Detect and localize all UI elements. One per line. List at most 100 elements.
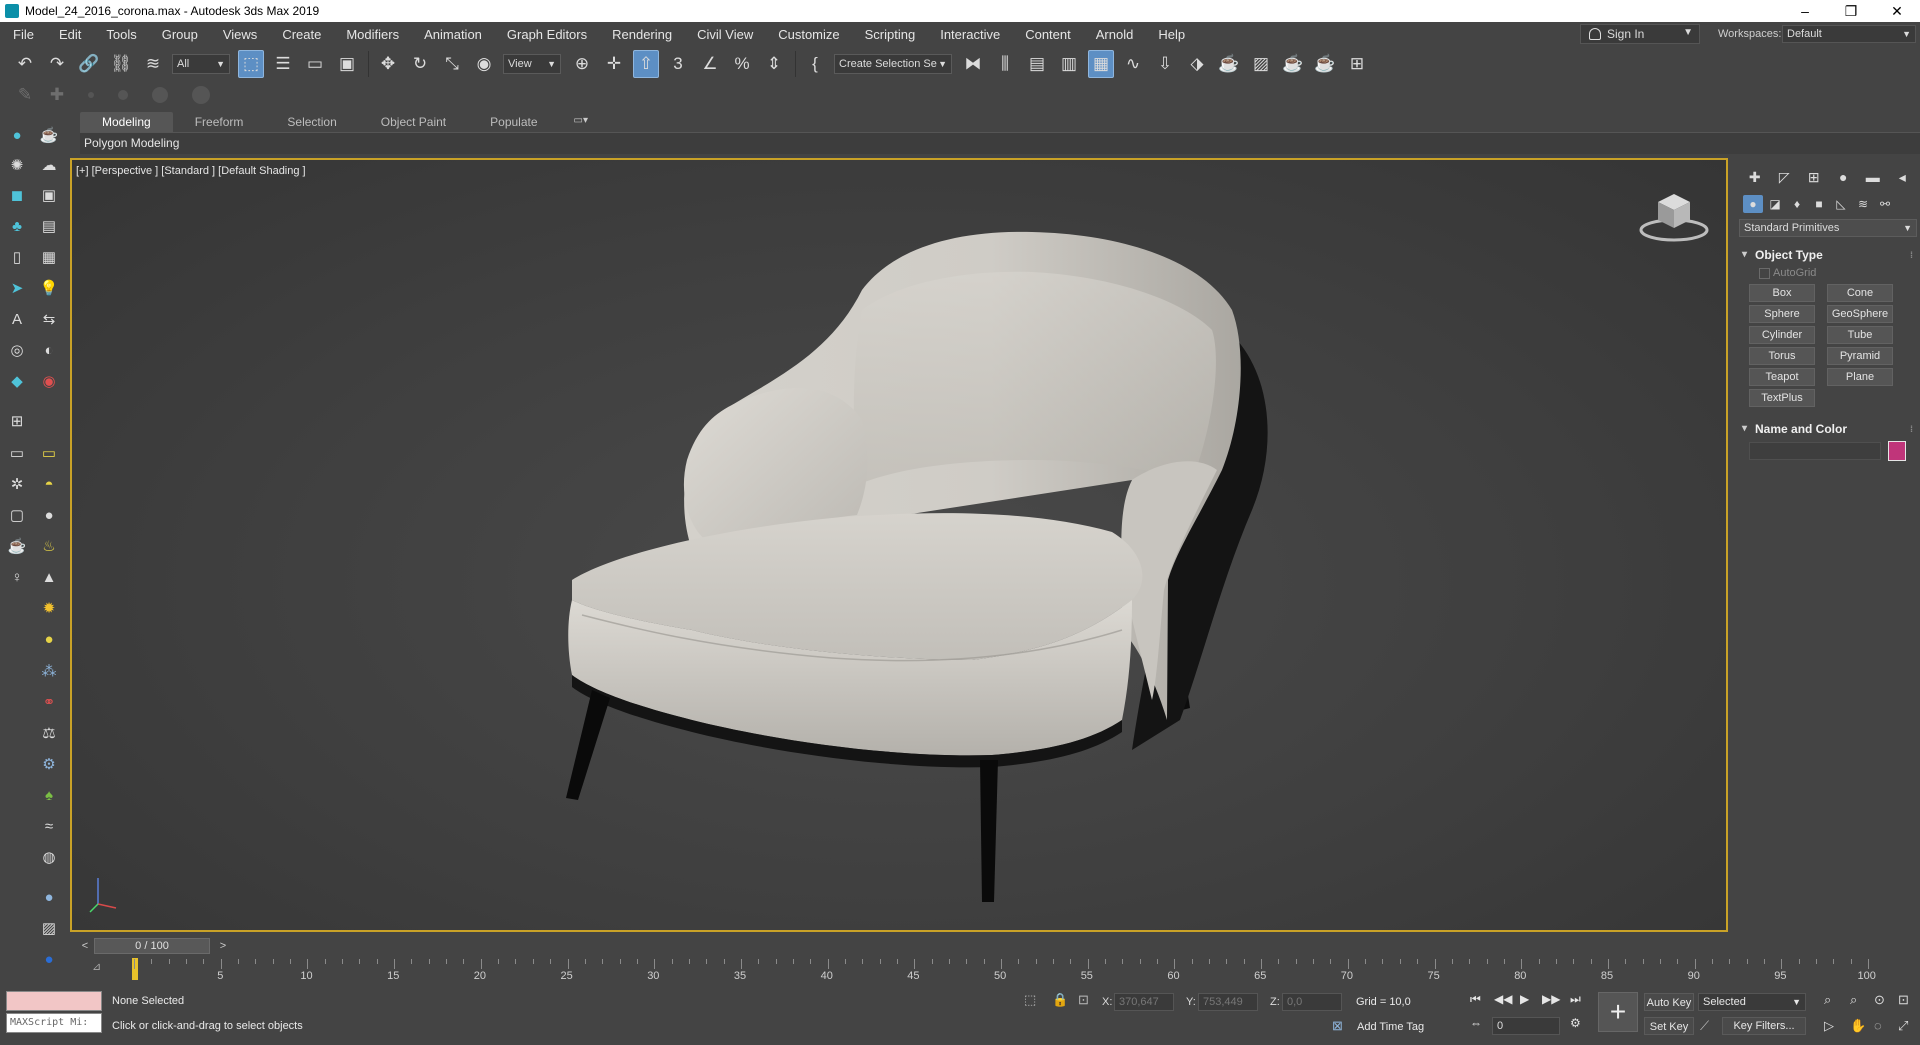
spinner-snap-icon[interactable]: ⇕	[761, 50, 787, 78]
selection-filter-dropdown[interactable]: All ▼	[172, 54, 230, 74]
torus-icon[interactable]: ◎	[6, 339, 28, 361]
zoom-icon[interactable]: ⌕	[1824, 992, 1831, 1008]
geometry-icon[interactable]: ●	[1743, 195, 1763, 213]
window-crossing-icon[interactable]: ▣	[334, 50, 360, 78]
perspective-viewport[interactable]: [+] [Perspective ] [Standard ] [Default …	[70, 158, 1728, 932]
lightbulb-outline-icon[interactable]: ♀	[6, 566, 28, 588]
snaps-toggle-icon[interactable]: 3	[665, 50, 691, 78]
menu-content[interactable]: Content	[1012, 27, 1083, 42]
tree-icon[interactable]: ♣	[6, 215, 28, 237]
menu-graph-editors[interactable]: Graph Editors	[494, 27, 599, 42]
menu-tools[interactable]: Tools	[93, 27, 148, 42]
zoom-all-icon[interactable]: ⌕	[1850, 992, 1857, 1008]
menu-views[interactable]: Views	[210, 27, 269, 42]
tab-modeling[interactable]: Modeling	[80, 112, 173, 132]
motion-tab-icon[interactable]: ●	[1832, 168, 1856, 186]
shapes-icon[interactable]: ◪	[1765, 195, 1785, 213]
material-icon[interactable]: ◆	[6, 370, 28, 392]
sunlight-icon[interactable]: ✹	[38, 597, 60, 619]
cameras-icon[interactable]: ■	[1809, 195, 1829, 213]
connect-icon[interactable]: ⚭	[38, 691, 60, 713]
plane-button[interactable]: Plane	[1827, 368, 1893, 386]
align-icon[interactable]: ⫼	[992, 50, 1018, 78]
add-brush-icon[interactable]: ✚	[44, 81, 70, 109]
curve-editor-icon[interactable]: ∿	[1120, 50, 1146, 78]
mirror-icon[interactable]: ⧓	[960, 50, 986, 78]
y-coordinate-field[interactable]: 753,449	[1198, 993, 1258, 1011]
primitive-category-dropdown[interactable]: Standard Primitives ▼	[1739, 219, 1917, 237]
render-in-cloud-icon[interactable]: ⊞	[1344, 50, 1370, 78]
percent-snap-icon[interactable]: %	[729, 50, 755, 78]
space-warps-icon[interactable]: ≋	[1853, 195, 1873, 213]
box-button[interactable]: Box	[1749, 284, 1815, 302]
angle-snap-icon[interactable]: ∠	[697, 50, 723, 78]
scatter-icon[interactable]: ⁂	[38, 660, 60, 682]
teapot-icon[interactable]: ☕	[38, 124, 60, 146]
blue-sphere-icon[interactable]: ●	[38, 948, 60, 970]
move-arrows-icon[interactable]: ⇆	[38, 308, 60, 330]
render-region-icon[interactable]: ▨	[38, 917, 60, 939]
current-frame-input[interactable]: 0	[1492, 1017, 1560, 1035]
zoom-extents-icon[interactable]: ⊙	[1874, 992, 1885, 1008]
ribbon-options-icon[interactable]: ▭▾	[574, 115, 594, 129]
selection-lock-icon[interactable]: 🔒	[1052, 992, 1068, 1008]
menu-scripting[interactable]: Scripting	[852, 27, 928, 42]
tool-icon[interactable]: ⊞	[6, 410, 28, 432]
undo-icon[interactable]: ↶	[12, 50, 38, 78]
x-coordinate-field[interactable]: 370,647	[1114, 993, 1174, 1011]
time-slider-next[interactable]: >	[216, 938, 230, 954]
brush-dot-small-icon[interactable]	[88, 92, 94, 98]
gear-icon[interactable]: ⚙	[38, 753, 60, 775]
cone-button[interactable]: Cone	[1827, 284, 1893, 302]
lights-icon[interactable]: ♦	[1787, 195, 1807, 213]
add-time-tag-button[interactable]: Add Time Tag	[1357, 1021, 1424, 1033]
time-slider[interactable]: < 0 / 100 >	[76, 937, 1728, 955]
key-filters-button[interactable]: Key Filters...	[1722, 1017, 1806, 1035]
menu-help[interactable]: Help	[1145, 27, 1197, 42]
tube-button[interactable]: Tube	[1827, 326, 1893, 344]
menu-edit[interactable]: Edit	[46, 27, 93, 42]
viewcube-icon[interactable]	[1638, 188, 1710, 246]
box-outline-icon[interactable]: ▢	[6, 504, 28, 526]
sphere-yellow-icon[interactable]: ●	[38, 628, 60, 650]
bulb-icon[interactable]: 💡	[38, 277, 60, 299]
cloud-icon[interactable]: ☁	[38, 154, 60, 176]
video-camera-icon[interactable]: ◉	[38, 370, 60, 392]
maxscript-mini-listener[interactable]: MAXScript Mi:	[6, 1013, 102, 1033]
pot-icon[interactable]: ♨	[38, 535, 60, 557]
object-name-input[interactable]	[1749, 442, 1881, 460]
pointer-icon[interactable]: ➤	[6, 277, 28, 299]
maxscript-listener-output[interactable]	[6, 991, 102, 1011]
cone-icon[interactable]: ▲	[38, 566, 60, 588]
orbit-icon[interactable]: ◌	[1874, 1018, 1882, 1033]
menu-file[interactable]: File	[0, 27, 46, 42]
polygon-modeling-label[interactable]: Polygon Modeling	[84, 136, 179, 150]
scale-tool-icon[interactable]: ⚖	[38, 722, 60, 744]
bind-space-warp-icon[interactable]: ≋	[140, 50, 166, 78]
pivot-center-icon[interactable]: ⊕	[569, 50, 595, 78]
hemisphere-icon[interactable]: ◓	[38, 473, 60, 495]
brush-dot-medium-icon[interactable]	[118, 90, 128, 100]
keyboard-shortcut-override-icon[interactable]: ⇧	[633, 50, 659, 78]
close-button[interactable]: ✕	[1874, 0, 1920, 22]
zoom-extents-all-icon[interactable]: ⊡	[1898, 992, 1909, 1008]
menu-group[interactable]: Group	[149, 27, 210, 42]
go-to-start-icon[interactable]: ⏮	[1470, 992, 1481, 1007]
light-icon[interactable]: ●	[6, 124, 28, 146]
gears-icon[interactable]: ✲	[6, 473, 28, 495]
tab-selection[interactable]: Selection	[265, 112, 358, 132]
material-editor-icon[interactable]: ⬗	[1184, 50, 1210, 78]
object-color-swatch[interactable]	[1888, 441, 1906, 461]
render-setup-icon[interactable]: ☕	[1216, 50, 1242, 78]
geosphere-button[interactable]: GeoSphere	[1827, 305, 1893, 323]
menu-animation[interactable]: Animation	[411, 27, 494, 42]
tab-object-paint[interactable]: Object Paint	[359, 112, 468, 132]
reference-coordinate-dropdown[interactable]: View ▼	[503, 54, 561, 74]
render-production-icon[interactable]: ☕	[1280, 50, 1306, 78]
schematic-view-icon[interactable]: ⇩	[1152, 50, 1178, 78]
menu-modifiers[interactable]: Modifiers	[333, 27, 411, 42]
brush-dot-xlarge-icon[interactable]	[192, 86, 210, 104]
menu-civil-view[interactable]: Civil View	[684, 27, 765, 42]
grid-panel-icon[interactable]: ▦	[38, 246, 60, 268]
book-icon[interactable]: ▯	[6, 246, 28, 268]
